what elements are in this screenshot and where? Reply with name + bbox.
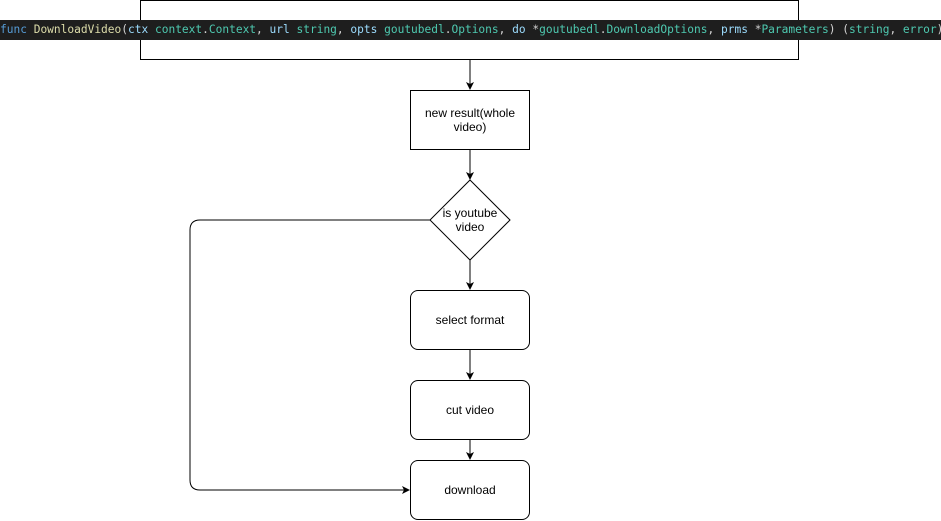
node-download: download [410, 460, 530, 520]
node-is-youtube-video: is youtube video [430, 180, 510, 260]
node-select-format: select format [410, 290, 530, 350]
node-cut-video: cut video [410, 380, 530, 440]
flowchart-edges [189, 60, 511, 494]
edge-decision-to-download-bypass [189, 219, 430, 494]
node-select-format-label: select format [435, 313, 505, 327]
node-cut-video-label: cut video [445, 403, 495, 417]
node-is-youtube-video-label: is youtube video [442, 206, 498, 234]
flowchart-canvas: func DownloadVideo(ctx context.Context, … [0, 0, 941, 521]
node-download-label: download [444, 483, 496, 497]
node-new-result-label: new result(whole video) [424, 106, 516, 134]
node-new-result: new result(whole video) [410, 90, 530, 150]
